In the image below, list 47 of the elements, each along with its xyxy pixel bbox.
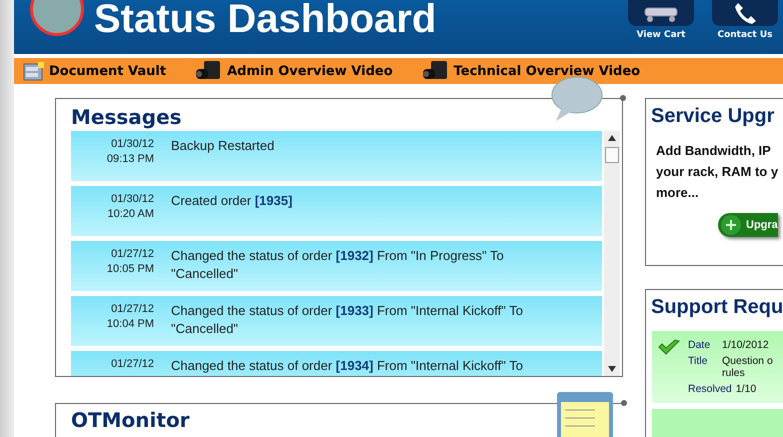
message-timestamp: 01/27/12	[110, 302, 154, 317]
plus-badge-icon	[720, 214, 742, 236]
view-cart-button[interactable]: View Cart	[627, 0, 695, 52]
field-value: 1/10	[736, 383, 758, 395]
window-checklist-icon	[555, 390, 615, 437]
field-label: Title	[688, 355, 708, 369]
panel-title: Messages	[70, 104, 183, 129]
message-timestamp: 10:20 AM	[106, 207, 154, 222]
field-value: Question o rules	[722, 355, 774, 379]
nav-link[interactable]: Document Vault	[22, 61, 166, 81]
checkmark-icon	[658, 339, 680, 355]
panel-title: Service Upgr	[650, 104, 776, 128]
scroll-thumb[interactable]	[605, 147, 619, 163]
panel-title: OTMonitor	[71, 407, 190, 432]
message-timestamp: 10:04 PM	[106, 317, 154, 332]
page-title: Status Dashboard	[94, 0, 438, 41]
contact-button[interactable]: Contact Us	[711, 0, 779, 52]
message-text: Created order [1935]	[171, 192, 294, 210]
speech-bubble-icon	[550, 75, 604, 123]
field-label: Resolved	[688, 383, 732, 395]
message-timestamp: 01/27/12	[110, 247, 154, 262]
panel-title: Support Requ	[650, 295, 783, 319]
message-timestamp: 10:05 PM	[106, 262, 154, 277]
message-text: Changed the status of order [1932] From "In Progress" To "Cancelled"	[171, 247, 505, 283]
message-timestamp: 01/30/12	[110, 192, 154, 207]
message-text: Changed the status of order [1934] From "Internal Kickoff" To	[171, 357, 524, 375]
message-row[interactable]: 01/27/12 Changed the status of order [1934] From "Internal Kickoff" To	[71, 351, 602, 376]
scroll-up-icon[interactable]	[608, 135, 616, 141]
upgrade-button[interactable]: Upgra	[718, 213, 778, 237]
message-timestamp: 09:13 PM	[106, 152, 154, 167]
message-timestamp: 01/30/12	[110, 137, 154, 152]
phone-icon	[732, 1, 758, 25]
scrollbar[interactable]	[604, 131, 620, 376]
message-timestamp: 01/27/12	[110, 357, 154, 372]
field-value: 1/10/2012	[722, 339, 770, 351]
message-row[interactable]: 01/30/12 10:20 AM Created order [1935]	[71, 186, 602, 236]
field-label: Date	[688, 339, 712, 351]
message-row[interactable]: 01/27/12 10:05 PM Changed the status of order [1932] From "In Progress" To "Cancelled"	[71, 241, 602, 291]
file-cabinet-icon	[22, 61, 46, 81]
message-row[interactable]: 01/27/12 10:04 PM Changed the status of order [1933] From "Internal Kickoff" To "Cancelled"	[71, 296, 602, 346]
service-description: Add Bandwidth, IP your rack, RAM to y more...	[656, 142, 780, 202]
message-text: Changed the status of order [1933] From "Internal Kickoff" To "Cancelled"	[171, 302, 524, 338]
nav-link[interactable]: Technical Overview Video	[420, 59, 640, 83]
scroll-down-icon[interactable]	[608, 366, 616, 372]
message-row[interactable]: 01/30/12 09:13 PM Backup Restarted	[71, 131, 602, 181]
nav-link[interactable]: Admin Overview Video	[194, 59, 393, 83]
message-text: Backup Restarted	[171, 137, 276, 155]
